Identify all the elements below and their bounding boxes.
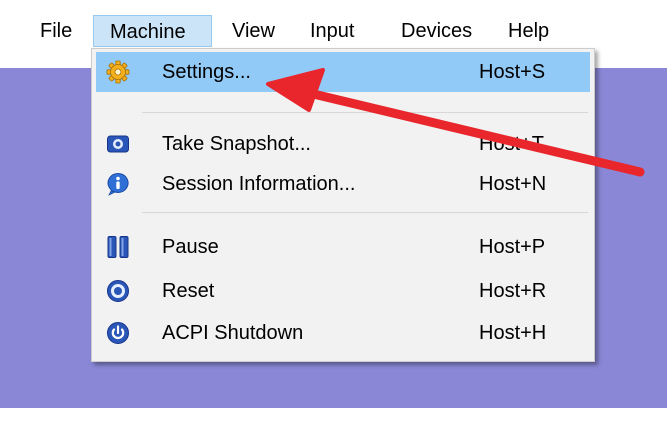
menu-input[interactable]: Input — [302, 15, 362, 47]
menu-help[interactable]: Help — [500, 15, 557, 47]
status-strip — [0, 408, 667, 434]
menu-devices[interactable]: Devices — [393, 15, 480, 47]
menu-item-pause[interactable]: Pause Host+P — [96, 227, 590, 267]
menu-separator — [142, 212, 588, 213]
menu-item-shortcut: Host+T — [479, 133, 545, 155]
pause-icon — [107, 236, 129, 258]
menu-item-label: Reset — [162, 280, 215, 302]
info-icon — [107, 173, 129, 196]
menu-item-label: Session Information... — [162, 173, 356, 195]
menu-item-acpi-shutdown[interactable]: ACPI Shutdown Host+H — [96, 313, 590, 353]
menu-item-label: Settings... — [162, 61, 251, 83]
menu-item-reset[interactable]: Reset Host+R — [96, 271, 590, 311]
menu-item-shortcut: Host+N — [479, 173, 547, 195]
menu-item-label: ACPI Shutdown — [162, 322, 304, 344]
menu-view[interactable]: View — [224, 15, 283, 47]
camera-icon — [107, 135, 129, 153]
menu-file[interactable]: File — [32, 15, 80, 47]
reset-icon — [107, 280, 129, 302]
menu-item-shortcut: Host+R — [479, 280, 547, 302]
menu-item-session-information[interactable]: Session Information... Host+N — [96, 164, 590, 204]
power-icon — [107, 322, 129, 344]
machine-dropdown-menu: Settings... Host+S Take Snapshot... Host… — [91, 48, 595, 362]
menu-separator — [142, 112, 588, 113]
menu-item-settings[interactable]: Settings... Host+S — [96, 52, 590, 92]
menu-machine[interactable]: Machine — [93, 15, 212, 47]
menu-item-take-snapshot[interactable]: Take Snapshot... Host+T — [96, 124, 590, 164]
gear-icon — [106, 60, 130, 84]
menu-item-shortcut: Host+H — [479, 322, 547, 344]
menu-item-shortcut: Host+S — [479, 61, 546, 83]
menu-item-label: Pause — [162, 236, 219, 258]
menu-item-shortcut: Host+P — [479, 236, 546, 258]
menu-item-label: Take Snapshot... — [162, 133, 311, 155]
